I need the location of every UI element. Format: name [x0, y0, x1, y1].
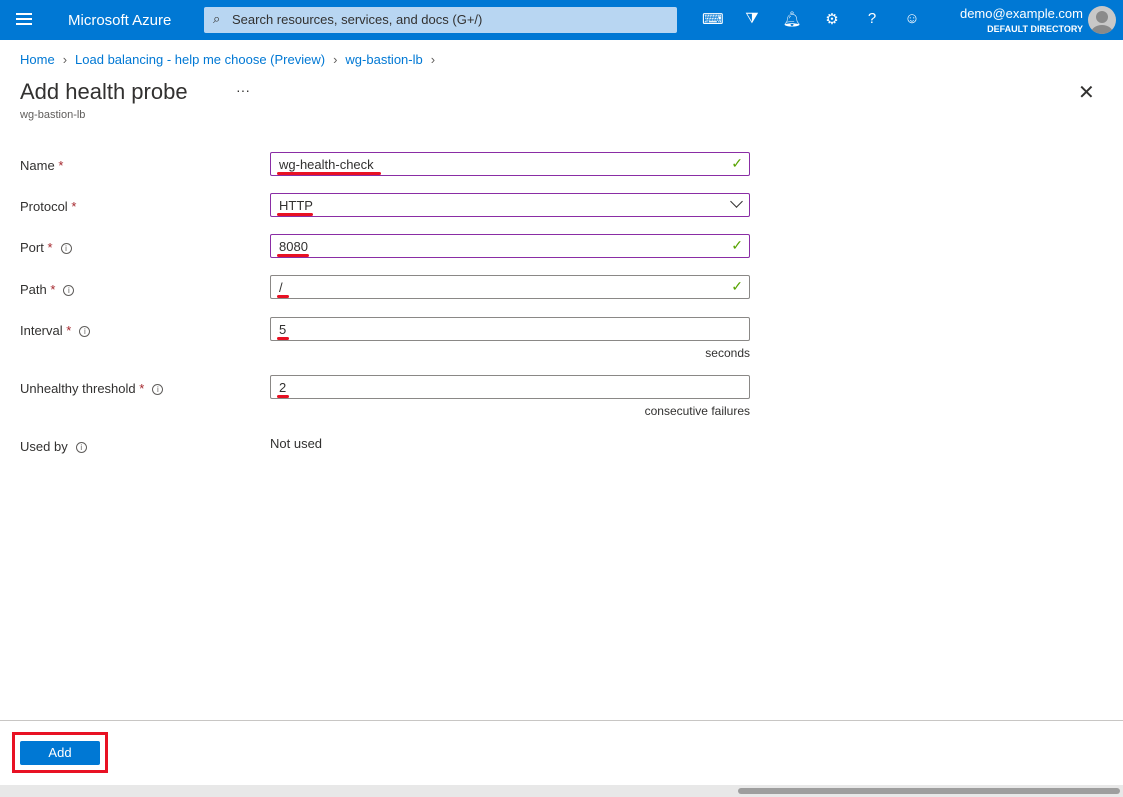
directory-name: DEFAULT DIRECTORY [987, 24, 1083, 34]
threshold-input[interactable]: 2 [270, 375, 750, 399]
search-placeholder: Search resources, services, and docs (G+… [232, 12, 483, 27]
avatar[interactable] [1088, 6, 1116, 34]
used-by-label: Used by i [20, 439, 87, 454]
check-icon: ✓ [731, 278, 743, 294]
check-icon: ✓ [731, 237, 743, 253]
threshold-unit: consecutive failures [644, 404, 750, 418]
check-icon: ✓ [731, 155, 743, 171]
page-subtitle: wg-bastion-lb [20, 109, 86, 121]
close-icon[interactable]: ✕ [1078, 80, 1095, 105]
add-button[interactable]: Add [20, 741, 100, 765]
brand-link[interactable]: Microsoft Azure [68, 12, 171, 29]
breadcrumb-load-balancing[interactable]: Load balancing - help me choose (Preview… [75, 52, 325, 67]
interval-unit: seconds [705, 346, 750, 360]
protocol-label: Protocol * [20, 199, 77, 214]
more-icon[interactable]: ··· [236, 82, 250, 98]
scrollbar-thumb[interactable] [738, 788, 1120, 794]
interval-label: Interval * i [20, 323, 91, 338]
menu-icon[interactable] [16, 13, 32, 28]
bell-icon[interactable]: 🔔︎ [782, 10, 802, 30]
threshold-label: Unhealthy threshold * i [20, 381, 164, 396]
path-label: Path * i [20, 282, 75, 297]
breadcrumb-home[interactable]: Home [20, 52, 55, 67]
chevron-right-icon: › [62, 52, 68, 67]
help-icon[interactable]: ? [862, 10, 882, 30]
footer-divider [0, 720, 1123, 721]
interval-input[interactable]: 5 [270, 317, 750, 341]
info-icon[interactable]: i [60, 243, 72, 254]
info-icon[interactable]: i [75, 442, 87, 453]
info-icon[interactable]: i [63, 285, 75, 296]
info-icon[interactable]: i [152, 384, 164, 395]
protocol-select[interactable]: HTTP [270, 193, 750, 217]
top-bar: Microsoft Azure ⌕ Search resources, servi… [0, 0, 1123, 40]
directory-filter-icon[interactable]: ⧩ [742, 10, 762, 30]
cloud-shell-icon[interactable]: ⌨ [702, 10, 724, 30]
page-title: Add health probe [20, 79, 188, 104]
chevron-down-icon [730, 195, 743, 208]
chevron-right-icon: › [430, 52, 436, 67]
breadcrumb: Home › Load balancing - help me choose (Pr… [20, 52, 443, 67]
port-label: Port * i [20, 240, 72, 255]
port-input[interactable]: 8080 ✓ [270, 234, 750, 258]
gear-icon[interactable]: ⚙ [822, 10, 842, 30]
search-input[interactable]: ⌕ Search resources, services, and docs (G… [204, 7, 677, 33]
feedback-icon[interactable]: ☺ [902, 10, 922, 30]
name-input[interactable]: wg-health-check ✓ [270, 152, 750, 176]
name-label: Name * [20, 158, 64, 173]
breadcrumb-lb[interactable]: wg-bastion-lb [345, 52, 422, 67]
info-icon[interactable]: i [79, 326, 91, 337]
chevron-right-icon: › [333, 52, 338, 67]
search-icon: ⌕ [213, 11, 221, 26]
path-input[interactable]: / ✓ [270, 275, 750, 299]
account-menu[interactable]: demo@example.com DEFAULT DIRECTORY [960, 6, 1083, 34]
user-email: demo@example.com [959, 6, 1083, 21]
used-by-value: Not used [270, 436, 323, 451]
